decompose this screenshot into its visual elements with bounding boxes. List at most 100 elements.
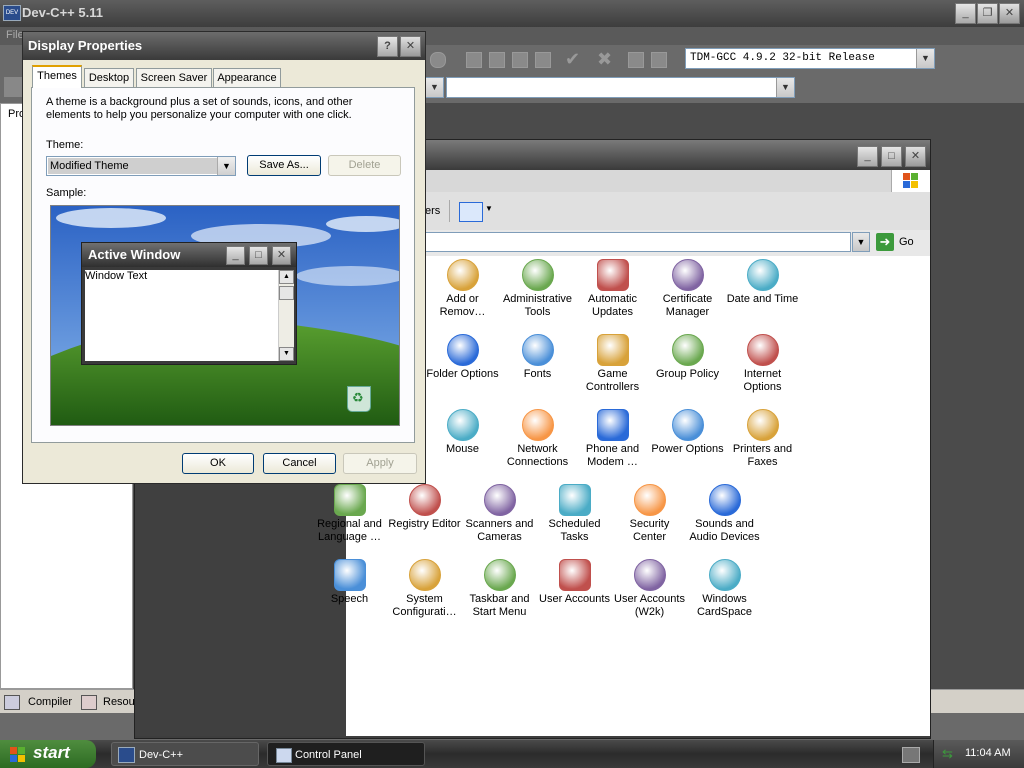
- chevron-down-icon[interactable]: ▼: [217, 157, 235, 175]
- scheduled-tasks-icon: [558, 484, 591, 516]
- taskbar-item-control-panel[interactable]: Control Panel: [267, 742, 425, 766]
- resources-icon: [81, 695, 97, 710]
- network-icon[interactable]: ⇆: [942, 746, 953, 762]
- registry-editor-icon: [408, 484, 441, 516]
- tab-compiler-label: Compiler: [28, 696, 73, 708]
- cp-item-fonts[interactable]: Fonts: [500, 334, 575, 381]
- cp-item-label: Security Center: [629, 518, 670, 543]
- cp-item-add-remove-programs[interactable]: Add or Remov…: [425, 259, 500, 319]
- dialog-close-button[interactable]: ✕: [400, 36, 421, 57]
- chevron-down-icon[interactable]: ▼: [425, 78, 443, 97]
- devcpp-close-button[interactable]: ✕: [999, 3, 1020, 24]
- ok-button[interactable]: OK: [182, 453, 254, 474]
- cp-item-automatic-updates[interactable]: Automatic Updates: [575, 259, 650, 319]
- cp-item-registry-editor[interactable]: Registry Editor: [387, 484, 462, 531]
- cp-close-button[interactable]: ✕: [905, 146, 926, 167]
- help-icon[interactable]: ?: [377, 36, 398, 57]
- tab-themes[interactable]: Themes: [32, 65, 82, 88]
- compiler-select[interactable]: TDM-GCC 4.9.2 32-bit Release ▼: [685, 48, 935, 69]
- cp-item-regional-language[interactable]: Regional and Language …: [312, 484, 387, 544]
- square-icon[interactable]: [489, 52, 505, 68]
- devcpp-title-bar[interactable]: DEV Dev-C++ 5.11 _ ❐ ✕: [0, 0, 1024, 27]
- tab-resources[interactable]: Resou: [81, 693, 135, 711]
- cp-item-administrative-tools[interactable]: Administrative Tools: [500, 259, 575, 319]
- grid-icon[interactable]: [466, 52, 482, 68]
- cp-item-label: User Accounts (W2k): [614, 593, 685, 618]
- views-icon[interactable]: [459, 202, 483, 222]
- cp-item-network-connections[interactable]: Network Connections: [500, 409, 575, 469]
- tab-desktop[interactable]: Desktop: [84, 68, 134, 87]
- chevron-down-icon[interactable]: ▼: [916, 49, 934, 68]
- cp-item-label: Automatic Updates: [588, 293, 637, 318]
- devcpp-app-icon: [118, 747, 135, 763]
- sample-label: Sample:: [46, 187, 87, 199]
- cp-item-label: Windows CardSpace: [696, 593, 753, 618]
- chart-icon[interactable]: [651, 52, 667, 68]
- grid-icon[interactable]: [535, 52, 551, 68]
- cp-item-internet-options[interactable]: Internet Options: [725, 334, 800, 394]
- cp-item-windows-cardspace[interactable]: Windows CardSpace: [687, 559, 762, 619]
- system-configuration-icon: [408, 559, 441, 591]
- taskbar-item-devcpp[interactable]: Dev-C++: [111, 742, 259, 766]
- cp-minimize-button[interactable]: _: [857, 146, 878, 167]
- apply-button[interactable]: Apply: [343, 453, 417, 474]
- cp-item-game-controllers[interactable]: Game Controllers: [575, 334, 650, 394]
- save-as-button[interactable]: Save As...: [247, 155, 321, 176]
- square-icon[interactable]: [512, 52, 528, 68]
- tab-screen-saver[interactable]: Screen Saver: [136, 68, 212, 87]
- taskbar-item-devcpp-label: Dev-C++: [139, 749, 184, 761]
- cp-item-power-options[interactable]: Power Options: [650, 409, 725, 456]
- chevron-down-icon[interactable]: ▼: [776, 78, 794, 97]
- cp-item-scanners-cameras[interactable]: Scanners and Cameras: [462, 484, 537, 544]
- chart-icon[interactable]: [628, 52, 644, 68]
- cp-item-label: Speech: [330, 593, 369, 605]
- cp-item-speech[interactable]: Speech: [312, 559, 387, 606]
- devcpp-maximize-button[interactable]: ❐: [977, 3, 998, 24]
- go-arrow-icon[interactable]: ➜: [876, 233, 894, 251]
- cp-item-system-configuration[interactable]: System Configurati…: [387, 559, 462, 619]
- cp-item-date-time[interactable]: Date and Time: [725, 259, 800, 306]
- cp-item-user-accounts-w2k[interactable]: User Accounts (W2k): [612, 559, 687, 619]
- cp-item-printers-faxes[interactable]: Printers and Faxes: [725, 409, 800, 469]
- sample-active-window: Active Window _ □ ✕ Window Text ▲ ▼: [81, 242, 297, 365]
- keyboard-icon[interactable]: [902, 747, 920, 763]
- folders-button-label[interactable]: ers: [425, 205, 440, 217]
- devcpp-minimize-button[interactable]: _: [955, 3, 976, 24]
- scope-select[interactable]: ▼: [425, 77, 444, 98]
- cp-item-security-center[interactable]: Security Center: [612, 484, 687, 544]
- chevron-down-icon[interactable]: ▼: [852, 232, 870, 252]
- delete-button[interactable]: Delete: [328, 155, 401, 176]
- cp-item-label: Certificate Manager: [662, 293, 713, 318]
- cp-item-folder-options[interactable]: Folder Options: [425, 334, 500, 381]
- theme-select[interactable]: Modified Theme ▼: [46, 156, 236, 176]
- toolbar-icon[interactable]: [4, 77, 24, 97]
- cp-item-group-policy[interactable]: Group Policy: [650, 334, 725, 381]
- cp-item-mouse[interactable]: Mouse: [425, 409, 500, 456]
- clock[interactable]: 11:04 AM: [965, 747, 1011, 759]
- toolbar-divider: [449, 200, 450, 222]
- add-remove-programs-icon: [446, 259, 479, 291]
- tab-appearance[interactable]: Appearance: [213, 68, 281, 87]
- cp-maximize-button[interactable]: □: [881, 146, 902, 167]
- chevron-down-icon[interactable]: ▼: [485, 204, 493, 213]
- dialog-title-bar[interactable]: Display Properties ? ✕: [23, 32, 425, 60]
- cp-item-phone-modem[interactable]: Phone and Modem …: [575, 409, 650, 469]
- cancel-button[interactable]: Cancel: [263, 453, 336, 474]
- cp-item-label: Group Policy: [656, 368, 719, 380]
- mouse-icon: [446, 409, 479, 441]
- tab-compiler[interactable]: Compiler: [4, 693, 76, 711]
- toolbar-icon[interactable]: [430, 52, 446, 68]
- cp-item-taskbar-start-menu[interactable]: Taskbar and Start Menu: [462, 559, 537, 619]
- user-accounts-w2k-icon: [633, 559, 666, 591]
- cross-icon[interactable]: ✖: [597, 49, 612, 70]
- cp-item-user-accounts[interactable]: User Accounts: [537, 559, 612, 606]
- start-button[interactable]: start: [0, 740, 96, 768]
- symbol-select[interactable]: ▼: [446, 77, 795, 98]
- recycle-bin-icon: ♻: [347, 386, 371, 412]
- cp-item-scheduled-tasks[interactable]: Scheduled Tasks: [537, 484, 612, 544]
- cp-item-sounds-audio[interactable]: Sounds and Audio Devices: [687, 484, 762, 544]
- go-button-label[interactable]: Go: [899, 236, 914, 248]
- cp-item-certificate-manager[interactable]: Certificate Manager: [650, 259, 725, 319]
- check-icon[interactable]: ✔: [565, 49, 580, 70]
- administrative-tools-icon: [521, 259, 554, 291]
